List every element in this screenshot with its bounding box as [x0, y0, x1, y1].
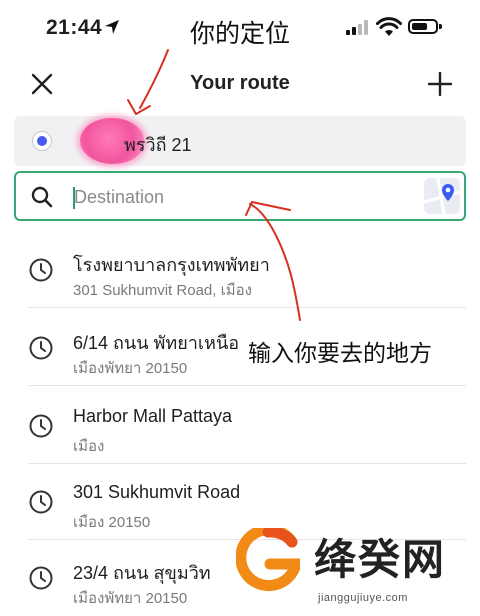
list-item-subtitle: 301 Sukhumvit Road, เมือง [73, 282, 252, 299]
list-item-title: Harbor Mall Pattaya [73, 406, 233, 426]
watermark: 绛癸网 jianggujiuye.com [232, 522, 480, 615]
list-item-title: 301 Sukhumvit Road [73, 482, 241, 502]
clock-icon [29, 336, 53, 360]
plus-icon[interactable] [426, 70, 454, 98]
map-pin-icon [424, 178, 460, 214]
search-icon [31, 186, 53, 208]
list-item[interactable]: Harbor Mall Pattaya เมือง [0, 388, 480, 464]
header: Your route [0, 60, 480, 110]
list-item-title: 23/4 ถนน สุขุมวิท [73, 563, 211, 583]
clock-icon [29, 258, 53, 282]
wifi-icon [376, 17, 402, 36]
watermark-logo-icon [236, 528, 300, 592]
origin-text: พรวิถี 21 [124, 135, 192, 155]
clock-icon [29, 490, 53, 514]
list-item-title: โรงพยาบาลกรุงเทพพัทยา [73, 255, 270, 275]
battery-icon [408, 19, 442, 34]
list-item-subtitle: เมืองพัทยา 20150 [73, 590, 188, 607]
clock-icon [29, 414, 53, 438]
origin-field[interactable]: พรวิถี 21 [14, 116, 466, 166]
list-item-title: 6/14 ถนน พัทยาเหนือ [73, 333, 240, 353]
list-item[interactable]: โรงพยาบาลกรุงเทพพัทยา 301 Sukhumvit Road… [0, 232, 480, 308]
annotation-location-label: 你的定位 [190, 19, 291, 48]
signal-icon [346, 20, 370, 35]
watermark-name: 绛癸网 [314, 535, 447, 584]
status-time: 21:44 [46, 16, 103, 39]
map-pin-button[interactable] [424, 178, 460, 214]
destination-field[interactable] [14, 171, 466, 221]
list-item-subtitle: เมือง [73, 438, 105, 455]
annotation-destination-label: 输入你要去的地方 [246, 334, 434, 368]
text-caret [73, 187, 75, 209]
divider [28, 307, 466, 308]
location-arrow-icon [105, 20, 119, 34]
list-item-subtitle: เมือง 20150 [73, 514, 151, 531]
page-title: Your route [190, 72, 290, 94]
clock-icon [29, 566, 53, 590]
current-location-dot-icon [32, 131, 52, 151]
divider [28, 385, 466, 386]
list-item-subtitle: เมืองพัทยา 20150 [73, 360, 188, 377]
destination-input[interactable] [72, 181, 406, 213]
watermark-url: jianggujiuye.com [318, 592, 408, 604]
